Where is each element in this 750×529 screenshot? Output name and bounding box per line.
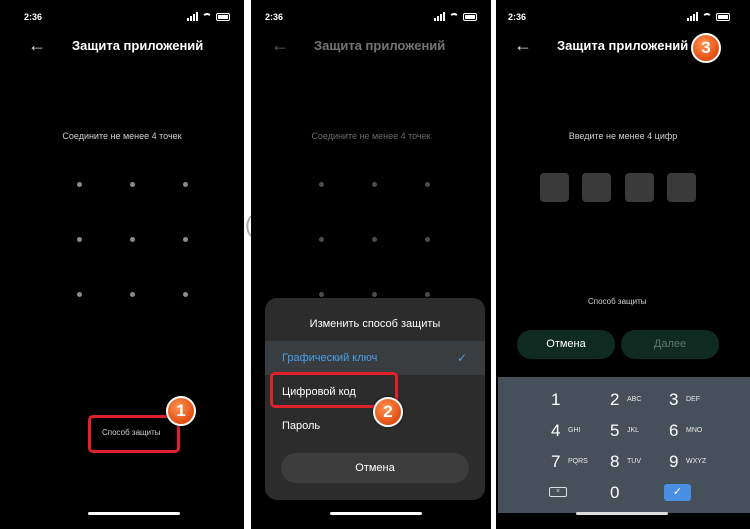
key-letters: PQRS	[568, 458, 588, 465]
key-digit: 1	[551, 390, 561, 409]
next-button[interactable]: Далее	[621, 330, 719, 359]
page-title: Защита приложений	[314, 38, 446, 53]
pin-box	[540, 173, 569, 202]
option-label: Графический ключ	[282, 352, 378, 364]
pattern-dot[interactable]	[77, 182, 82, 187]
pattern-dot[interactable]	[77, 292, 82, 297]
key-letters: DEF	[686, 396, 700, 403]
key-2[interactable]: 2 ABC	[597, 387, 655, 413]
step-marker: 1	[166, 396, 196, 426]
backspace-icon[interactable]: ×	[549, 487, 567, 497]
key-0[interactable]: 0	[597, 480, 655, 506]
home-indicator	[576, 512, 668, 515]
key-6[interactable]: 6 MNO	[656, 418, 714, 444]
step-marker: 2	[373, 397, 403, 427]
wifi-icon	[449, 12, 459, 21]
protection-method-link[interactable]: Способ защиты	[102, 428, 160, 437]
numeric-keypad: 1 2 ABC 3 DEF 4 GHI 5 JKL 6 MNO 7 PQRS 8 TUV 9W…	[498, 377, 750, 513]
page-title: Защита приложений	[557, 38, 689, 53]
pattern-dot	[372, 292, 377, 297]
checkmark-icon: ✓	[456, 351, 467, 365]
key-letters: GHI	[568, 427, 581, 434]
key-digit: 5	[610, 421, 620, 440]
battery-icon	[216, 12, 230, 21]
status-bar: 2:36	[251, 12, 491, 26]
key-digit: 6	[669, 421, 679, 440]
key-letters: JKL	[627, 427, 640, 434]
page-title: Защита приложений	[72, 38, 204, 53]
screen-pattern-lock: 2:36 ← Защита приложений Соедините не ме…	[0, 0, 244, 529]
key-1[interactable]: 1	[538, 387, 596, 413]
step-marker: 3	[691, 33, 721, 63]
pin-hint: Введите не менее 4 цифр	[568, 131, 678, 141]
cancel-button[interactable]: Отмена	[281, 453, 469, 483]
key-digit: 3	[669, 390, 679, 409]
key-letters: WXYZ	[686, 458, 707, 465]
header: ← Защита приложений	[251, 36, 491, 56]
pattern-grid	[319, 182, 430, 297]
key-3[interactable]: 3 DEF	[656, 387, 714, 413]
cancel-button[interactable]: Отмена	[517, 330, 615, 359]
back-arrow-icon[interactable]: ←	[28, 36, 46, 54]
status-time: 2:36	[24, 12, 43, 22]
key-5[interactable]: 5 JKL	[597, 418, 655, 444]
key-digit: 0	[610, 483, 620, 502]
option-pattern[interactable]: Графический ключ ✓	[265, 341, 485, 375]
key-digit: 2	[610, 390, 620, 409]
signal-icon	[687, 12, 698, 21]
option-label: Пароль	[282, 420, 321, 432]
pattern-dot[interactable]	[183, 237, 188, 242]
pattern-hint: Соедините не менее 4 точек	[62, 131, 182, 141]
back-arrow-icon[interactable]: ←	[514, 36, 532, 54]
status-time: 2:36	[508, 12, 527, 22]
pattern-dot	[372, 237, 377, 242]
sheet-title: Изменить способ защиты	[309, 318, 441, 330]
pin-box	[625, 173, 654, 202]
screen-pin-code: 2:36 ← Защита приложений 3 Введите не ме…	[496, 0, 750, 529]
pattern-dot[interactable]	[183, 182, 188, 187]
key-digit: 8	[610, 452, 620, 471]
home-indicator	[88, 512, 180, 515]
pattern-dot[interactable]	[183, 292, 188, 297]
signal-icon	[187, 12, 198, 21]
key-8[interactable]: 8 TUV	[597, 449, 655, 475]
pattern-hint: Соедините не менее 4 точек	[311, 131, 431, 141]
pin-box	[582, 173, 611, 202]
pattern-dot[interactable]	[77, 237, 82, 242]
pattern-dot	[425, 182, 430, 187]
wifi-icon	[702, 12, 712, 21]
status-time: 2:36	[265, 12, 284, 22]
pattern-dot	[319, 182, 324, 187]
signal-icon	[434, 12, 445, 21]
pattern-dot	[372, 182, 377, 187]
header: ← Защита приложений	[0, 36, 244, 56]
key-9[interactable]: 9 WXYZ	[656, 449, 714, 475]
pattern-dot	[319, 237, 324, 242]
key-4[interactable]: 4 GHI	[538, 418, 596, 444]
pattern-dot[interactable]	[130, 182, 135, 187]
status-bar: 2:36	[496, 12, 750, 26]
pattern-dot	[425, 237, 430, 242]
battery-icon	[716, 12, 730, 21]
battery-icon	[463, 12, 477, 21]
status-bar: 2:36	[0, 12, 244, 26]
back-arrow-icon[interactable]: ←	[271, 36, 289, 54]
key-letters: MNO	[686, 427, 703, 434]
key-letters: ABC	[627, 396, 642, 403]
key-7[interactable]: 7 PQRS	[538, 449, 596, 475]
key-letters: TUV	[627, 458, 641, 465]
pattern-dot[interactable]	[130, 292, 135, 297]
pattern-dot[interactable]	[130, 237, 135, 242]
wifi-icon	[202, 12, 212, 21]
home-indicator	[330, 512, 422, 515]
pin-box	[667, 173, 696, 202]
screen-change-method: 2:36 ← Защита приложений Соедините не ме…	[251, 0, 491, 529]
key-digit: 4	[551, 421, 561, 440]
confirm-key[interactable]: ✓	[664, 484, 691, 501]
protection-method-link[interactable]: Способ защиты	[588, 297, 646, 306]
pattern-grid[interactable]	[77, 182, 188, 297]
pattern-dot	[425, 292, 430, 297]
pattern-dot	[319, 292, 324, 297]
